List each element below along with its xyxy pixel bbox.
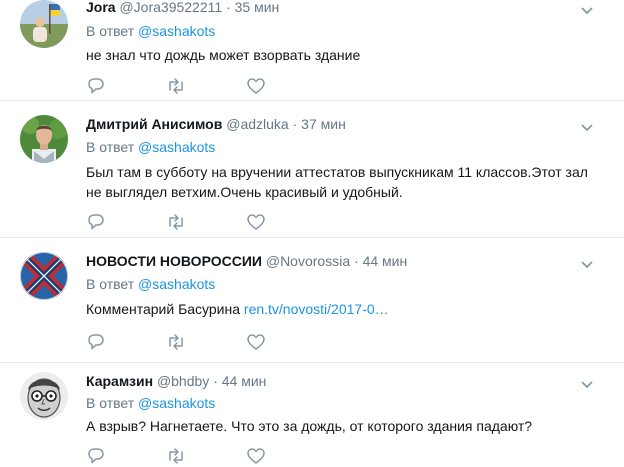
retweet-icon[interactable]: [166, 212, 186, 232]
heart-icon[interactable]: [246, 76, 266, 96]
tweet-actions: [86, 332, 286, 352]
tweet-header: Карамзин @bhdby · 44 мин: [86, 372, 266, 390]
reply-context: В ответ @sashakots: [86, 22, 215, 40]
username[interactable]: @Novorossia: [266, 253, 350, 269]
reply-icon[interactable]: [86, 446, 106, 466]
separator-dot: ·: [354, 253, 359, 269]
tweet-actions: [86, 212, 286, 232]
avatar[interactable]: [20, 372, 68, 420]
article-link[interactable]: ren.tv/novosti/2017-0…: [244, 301, 389, 317]
chevron-down-icon[interactable]: [580, 377, 594, 389]
tweet[interactable]: Jora @Jora39522211 · 35 мин В ответ @sas…: [0, 0, 624, 101]
separator-dot: ·: [292, 116, 298, 132]
retweet-icon[interactable]: [166, 332, 186, 352]
reply-prefix: В ответ: [86, 23, 135, 39]
username[interactable]: @adzluka: [226, 116, 288, 132]
mention-link[interactable]: @sashakots: [138, 395, 215, 411]
timestamp[interactable]: 35 мин: [235, 0, 280, 15]
tweet[interactable]: Дмитрий Анисимов @adzluka · 37 мин В отв…: [0, 101, 624, 238]
display-name[interactable]: НОВОСТИ НОВОРОССИИ: [86, 253, 262, 269]
reply-context: В ответ @sashakots: [86, 138, 215, 156]
tweet-text: не знал что дождь может взорвать здание: [86, 47, 361, 63]
reply-icon[interactable]: [86, 212, 106, 232]
reply-prefix: В ответ: [86, 395, 135, 411]
chevron-down-icon[interactable]: [580, 3, 594, 15]
reply-prefix: В ответ: [86, 139, 135, 155]
mention-link[interactable]: @sashakots: [138, 276, 215, 292]
retweet-icon[interactable]: [166, 76, 186, 96]
reply-prefix: В ответ: [86, 276, 135, 292]
tweet-text: Комментарий Басурина ren.tv/novosti/2017…: [86, 299, 586, 319]
reply-icon[interactable]: [86, 76, 106, 96]
avatar[interactable]: [20, 252, 68, 300]
heart-icon[interactable]: [246, 332, 266, 352]
mention-link[interactable]: @sashakots: [138, 139, 215, 155]
tweet-actions: [86, 446, 286, 466]
tweet-body: Комментарий Басурина: [86, 301, 241, 317]
display-name[interactable]: Jora: [86, 0, 116, 15]
separator-dot: ·: [213, 373, 218, 389]
username[interactable]: @Jora39522211: [119, 0, 222, 15]
timeline: Jora @Jora39522211 · 35 мин В ответ @sas…: [0, 0, 624, 467]
tweet-header: Дмитрий Анисимов @adzluka · 37 мин: [86, 115, 346, 133]
tweet-header: НОВОСТИ НОВОРОССИИ @Novorossia · 44 мин: [86, 252, 407, 270]
reply-icon[interactable]: [86, 332, 106, 352]
heart-icon[interactable]: [246, 446, 266, 466]
timestamp[interactable]: 44 мин: [363, 253, 408, 269]
tweet-text: А взрыв? Нагнетаете. Что это за дождь, о…: [86, 418, 533, 434]
avatar[interactable]: [20, 0, 68, 48]
retweet-icon[interactable]: [166, 446, 186, 466]
timestamp[interactable]: 37 мин: [301, 116, 346, 132]
display-name[interactable]: Карамзин: [86, 373, 153, 389]
tweet-text: Был там в субботу на вручении аттестатов…: [86, 164, 588, 200]
timestamp[interactable]: 44 мин: [222, 373, 267, 389]
chevron-down-icon[interactable]: [580, 120, 594, 132]
separator-dot: ·: [226, 0, 231, 15]
avatar[interactable]: [20, 115, 68, 163]
display-name[interactable]: Дмитрий Анисимов: [86, 116, 222, 132]
reply-context: В ответ @sashakots: [86, 394, 215, 412]
heart-icon[interactable]: [246, 212, 266, 232]
reply-context: В ответ @sashakots: [86, 275, 215, 293]
tweet-actions: [86, 76, 286, 96]
tweet[interactable]: НОВОСТИ НОВОРОССИИ @Novorossia · 44 мин …: [0, 238, 624, 363]
tweet[interactable]: Карамзин @bhdby · 44 мин В ответ @sashak…: [0, 363, 624, 467]
chevron-down-icon[interactable]: [580, 257, 594, 269]
username[interactable]: @bhdby: [157, 373, 209, 389]
tweet-header: Jora @Jora39522211 · 35 мин: [86, 0, 279, 16]
mention-link[interactable]: @sashakots: [138, 23, 215, 39]
